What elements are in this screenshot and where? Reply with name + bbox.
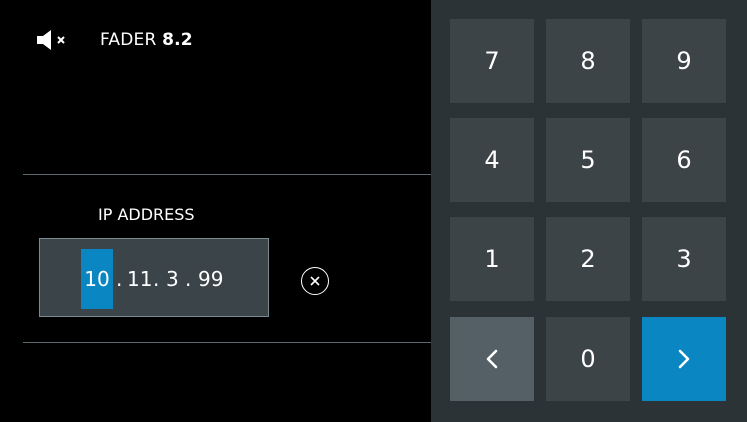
app-name: FADER — [100, 30, 157, 50]
version-number: 8.2 — [162, 30, 193, 50]
chevron-right-icon — [678, 349, 690, 369]
divider-bottom — [23, 342, 431, 343]
next-button[interactable] — [642, 317, 726, 401]
key-7[interactable]: 7 — [450, 19, 534, 103]
ip-address-label: IP ADDRESS — [98, 205, 195, 224]
ip-separator: . — [185, 267, 192, 291]
key-1[interactable]: 1 — [450, 217, 534, 301]
ip-octet-1[interactable]: 10 — [81, 249, 113, 309]
page-title: FADER 8.2 — [100, 30, 193, 50]
ip-octet-2[interactable]: 11 — [127, 249, 152, 309]
speaker-muted-icon[interactable] — [35, 28, 69, 52]
numeric-keypad: 7 8 9 4 5 6 1 2 3 0 — [431, 0, 747, 422]
key-2[interactable]: 2 — [546, 217, 630, 301]
ip-octet-3[interactable]: 3 — [166, 249, 179, 309]
ip-address-input[interactable]: 10 . 11 . 3 . 99 — [39, 238, 269, 317]
chevron-left-icon — [486, 349, 498, 369]
key-6[interactable]: 6 — [642, 118, 726, 202]
key-8[interactable]: 8 — [546, 19, 630, 103]
key-0[interactable]: 0 — [546, 317, 630, 401]
ip-separator: . — [116, 267, 123, 291]
key-5[interactable]: 5 — [546, 118, 630, 202]
ip-octet-4[interactable]: 99 — [198, 249, 223, 309]
clear-button[interactable] — [301, 267, 329, 295]
divider-top — [23, 174, 431, 175]
key-3[interactable]: 3 — [642, 217, 726, 301]
key-4[interactable]: 4 — [450, 118, 534, 202]
clear-icon — [310, 276, 320, 286]
key-9[interactable]: 9 — [642, 19, 726, 103]
back-button[interactable] — [450, 317, 534, 401]
ip-separator: . — [153, 267, 160, 291]
